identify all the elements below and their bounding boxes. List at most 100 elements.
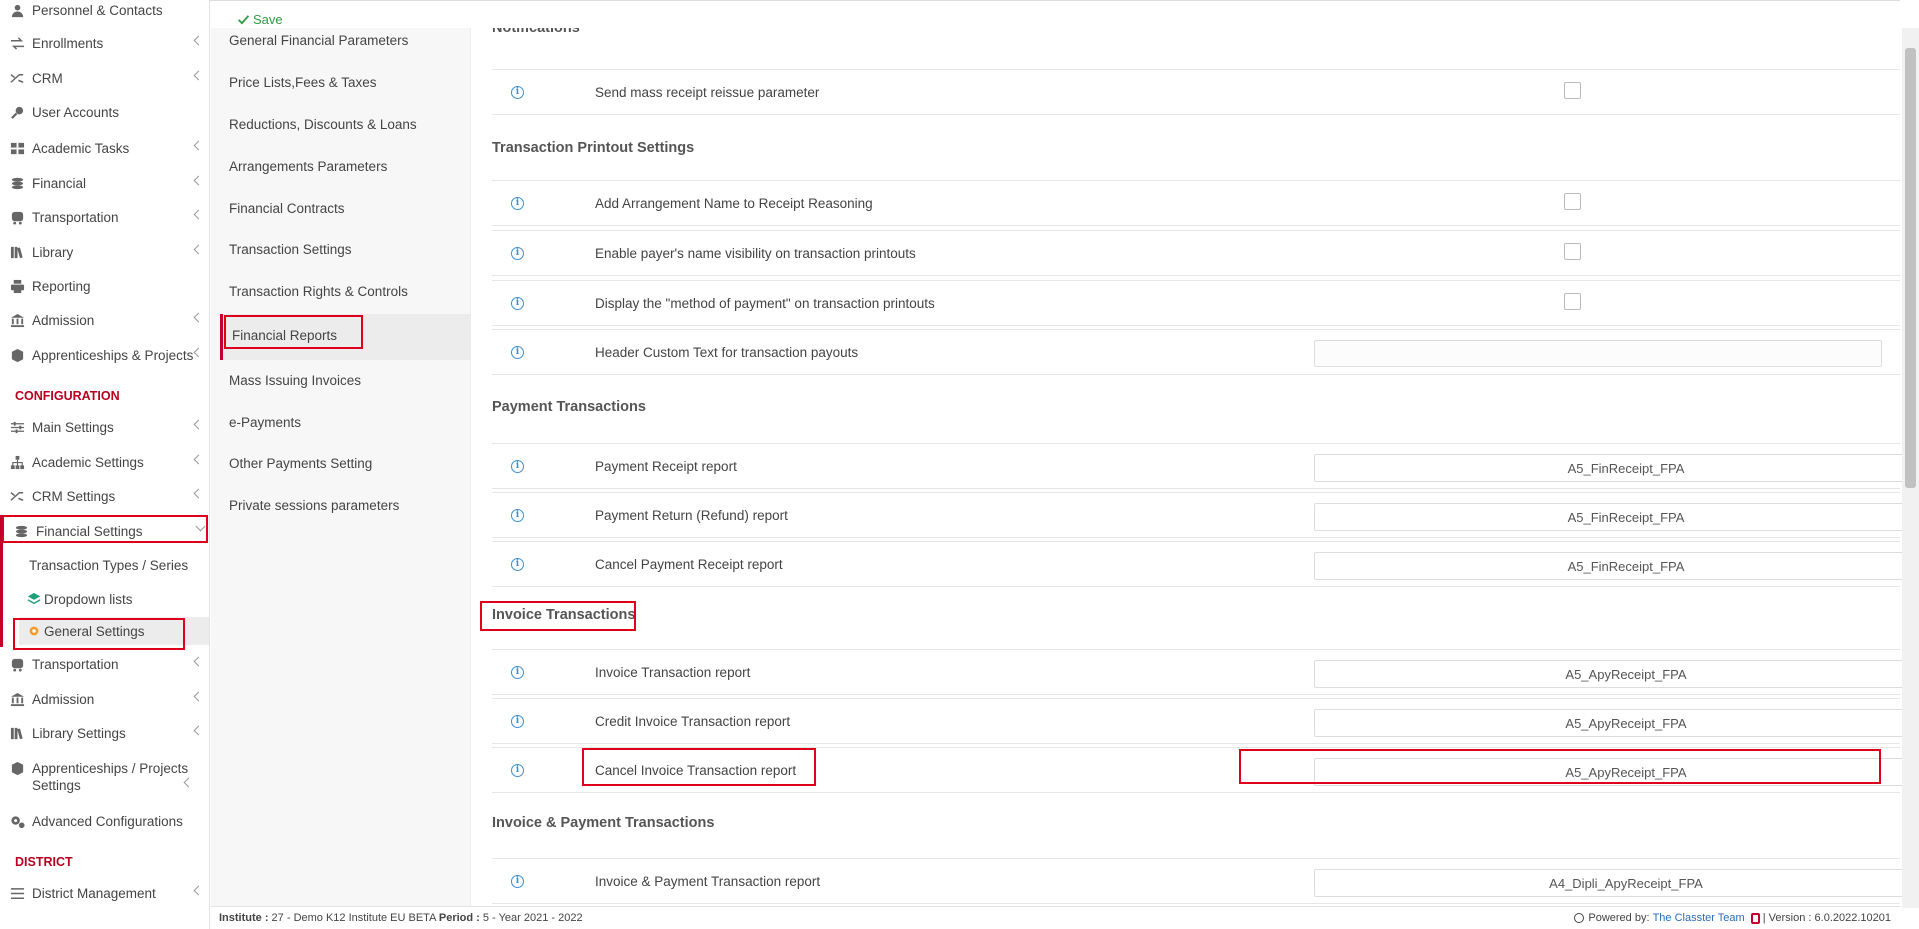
- nav-item-label: Library Settings: [32, 725, 126, 741]
- setting-checkbox[interactable]: [1564, 82, 1581, 99]
- setting-row-add-arrangement-name-to-receipt-reasoning: i Add Arrangement Name to Receipt Reasoni…: [492, 180, 1900, 226]
- nav-item-transportation[interactable]: Transportation: [0, 203, 209, 231]
- info-icon[interactable]: i: [511, 666, 524, 679]
- info-icon[interactable]: i: [511, 86, 524, 99]
- nav-item-main-settings[interactable]: Main Settings: [0, 413, 209, 441]
- nav-item-library-settings[interactable]: Library Settings: [0, 719, 209, 747]
- info-icon[interactable]: i: [511, 509, 524, 522]
- report-select[interactable]: A5_ApyReceipt_FPA×: [1314, 758, 1902, 786]
- nav-item-apprenticeships-projects-settings[interactable]: Apprenticeships / Projects Settings: [0, 757, 200, 797]
- setting-checkbox[interactable]: [1564, 293, 1581, 310]
- nav-item-advanced-configurations[interactable]: Advanced Configurations: [0, 807, 209, 835]
- sliders-icon: [9, 419, 25, 435]
- settings-menu-item-arrangements-parameters[interactable]: Arrangements Parameters: [229, 159, 387, 174]
- info-icon[interactable]: i: [511, 715, 524, 728]
- setting-row-invoice-transaction-report: i Invoice Transaction report A5_ApyReceipt…: [492, 649, 1902, 695]
- report-select[interactable]: A5_FinReceipt_FPA×: [1314, 503, 1902, 531]
- footer-powered: Powered by: The Classter Team | Version …: [1574, 912, 1891, 924]
- save-button[interactable]: Save: [237, 12, 283, 27]
- nav-subitem-label: General Settings: [44, 623, 145, 639]
- report-select[interactable]: A5_ApyReceipt_FPA×: [1314, 660, 1902, 688]
- scroll-thumb[interactable]: [1905, 48, 1916, 488]
- settings-menu-item-mass-issuing-invoices[interactable]: Mass Issuing Invoices: [229, 373, 361, 388]
- chevron-left-icon: [193, 175, 204, 186]
- section-title-transaction-printout-settings: Transaction Printout Settings: [492, 140, 695, 156]
- setting-checkbox[interactable]: [1564, 243, 1581, 260]
- settings-menu-item-general-financial-parameters[interactable]: General Financial Parameters: [229, 33, 408, 48]
- setting-row-credit-invoice-transaction-report: i Credit Invoice Transaction report A5_Apy…: [492, 698, 1902, 744]
- settings-menu-item-transaction-rights-controls[interactable]: Transaction Rights & Controls: [229, 284, 408, 299]
- books-icon: [9, 244, 25, 260]
- report-select[interactable]: A5_FinReceipt_FPA×: [1314, 552, 1902, 580]
- settings-menu-item-private-sessions-parameters[interactable]: Private sessions parameters: [229, 498, 399, 513]
- nav-item-admission[interactable]: Admission: [0, 306, 209, 334]
- report-select[interactable]: A5_ApyReceipt_FPA×: [1314, 709, 1902, 737]
- info-icon[interactable]: i: [511, 346, 524, 359]
- cube-icon: [9, 347, 25, 363]
- grid-icon: [9, 140, 25, 156]
- nav-item-reporting[interactable]: Reporting: [0, 272, 209, 300]
- chevron-left-icon: [193, 347, 204, 358]
- footer-powered-label: Powered by:: [1588, 912, 1650, 924]
- settings-menu-item-e-payments[interactable]: e-Payments: [229, 415, 301, 430]
- nav-item-apprenticeships-projects[interactable]: Apprenticeships & Projects: [0, 341, 209, 369]
- vertical-scrollbar[interactable]: [1902, 28, 1919, 908]
- settings-menu-item-financial-reports[interactable]: Financial Reports: [232, 328, 337, 343]
- info-icon[interactable]: i: [511, 764, 524, 777]
- copyright-icon: [1574, 913, 1585, 923]
- chevron-left-icon: [193, 209, 204, 220]
- nav-item-crm-settings[interactable]: CRM Settings: [0, 482, 209, 510]
- coins-icon: [9, 175, 25, 191]
- settings-menu: General Financial Parameters Price Lists,…: [211, 28, 471, 908]
- nav-item-personnel-contacts[interactable]: Personnel & Contacts: [0, 0, 209, 24]
- report-select[interactable]: A4_Dipli_ApyReceipt_FPA×: [1314, 869, 1902, 897]
- nav-subitem-label: Dropdown lists: [44, 591, 133, 607]
- settings-menu-item-other-payments-setting[interactable]: Other Payments Setting: [229, 456, 372, 471]
- report-select-value: A5_FinReceipt_FPA: [1567, 510, 1685, 525]
- nav-item-label: User Accounts: [32, 104, 120, 120]
- nav-item-admission[interactable]: Admission: [0, 685, 209, 713]
- settings-menu-item-price-lists-fees-taxes[interactable]: Price Lists,Fees & Taxes: [229, 75, 377, 90]
- nav-section-district: DISTRICT: [15, 855, 73, 869]
- chevron-left-icon: [193, 725, 204, 736]
- nav-subitem-general-settings[interactable]: General Settings: [19, 617, 209, 645]
- report-select[interactable]: A5_FinReceipt_FPA×: [1314, 454, 1902, 482]
- nav-item-district-management[interactable]: District Management: [0, 879, 209, 907]
- info-icon[interactable]: i: [511, 875, 524, 888]
- nav-item-academic-settings[interactable]: Academic Settings: [0, 448, 209, 476]
- info-icon[interactable]: i: [511, 297, 524, 310]
- setting-checkbox[interactable]: [1564, 193, 1581, 210]
- layers-icon: [27, 592, 41, 606]
- footer-powered-link[interactable]: The Classter Team: [1653, 912, 1745, 924]
- settings-menu-item-financial-contracts[interactable]: Financial Contracts: [229, 201, 345, 216]
- nav-item-transportation[interactable]: Transportation: [0, 650, 209, 678]
- section-title-invoice-payment-transactions: Invoice & Payment Transactions: [492, 815, 715, 831]
- nav-item-enrollments[interactable]: Enrollments: [0, 29, 209, 57]
- nav-item-academic-tasks[interactable]: Academic Tasks: [0, 134, 209, 162]
- nav-item-financial-settings[interactable]: Financial Settings: [0, 517, 209, 545]
- report-select-value: A5_FinReceipt_FPA: [1567, 559, 1685, 574]
- settings-menu-item-reductions-discounts-loans[interactable]: Reductions, Discounts & Loans: [229, 117, 417, 132]
- cogs-icon: [9, 813, 25, 829]
- nav-item-label: Apprenticeships & Projects: [32, 347, 194, 363]
- setting-text-input[interactable]: [1314, 340, 1882, 367]
- nav-item-label: CRM: [32, 70, 63, 86]
- nav-item-label: Academic Settings: [32, 454, 144, 470]
- nav-item-crm[interactable]: CRM: [0, 64, 209, 92]
- info-icon[interactable]: i: [511, 197, 524, 210]
- chevron-left-icon: [193, 312, 204, 323]
- info-icon[interactable]: i: [511, 558, 524, 571]
- nav-item-library[interactable]: Library: [0, 238, 209, 266]
- info-icon[interactable]: i: [511, 460, 524, 473]
- nav-subitem-transaction-types-series[interactable]: Transaction Types / Series: [0, 551, 209, 579]
- check-icon: [237, 15, 250, 25]
- nav-subitem-label: Transaction Types / Series: [29, 557, 189, 573]
- swap-arrows-icon: [9, 35, 25, 51]
- nav-item-user-accounts[interactable]: User Accounts: [0, 98, 209, 126]
- chevron-left-icon: [193, 35, 204, 46]
- settings-menu-item-transaction-settings[interactable]: Transaction Settings: [229, 242, 352, 257]
- setting-row-enable-payer-s-name-visibility-on-transaction-printouts: i Enable payer's name visibility on trans…: [492, 230, 1900, 276]
- info-icon[interactable]: i: [511, 247, 524, 260]
- nav-subitem-dropdown-lists[interactable]: Dropdown lists: [0, 585, 209, 613]
- nav-item-financial[interactable]: Financial: [0, 169, 209, 197]
